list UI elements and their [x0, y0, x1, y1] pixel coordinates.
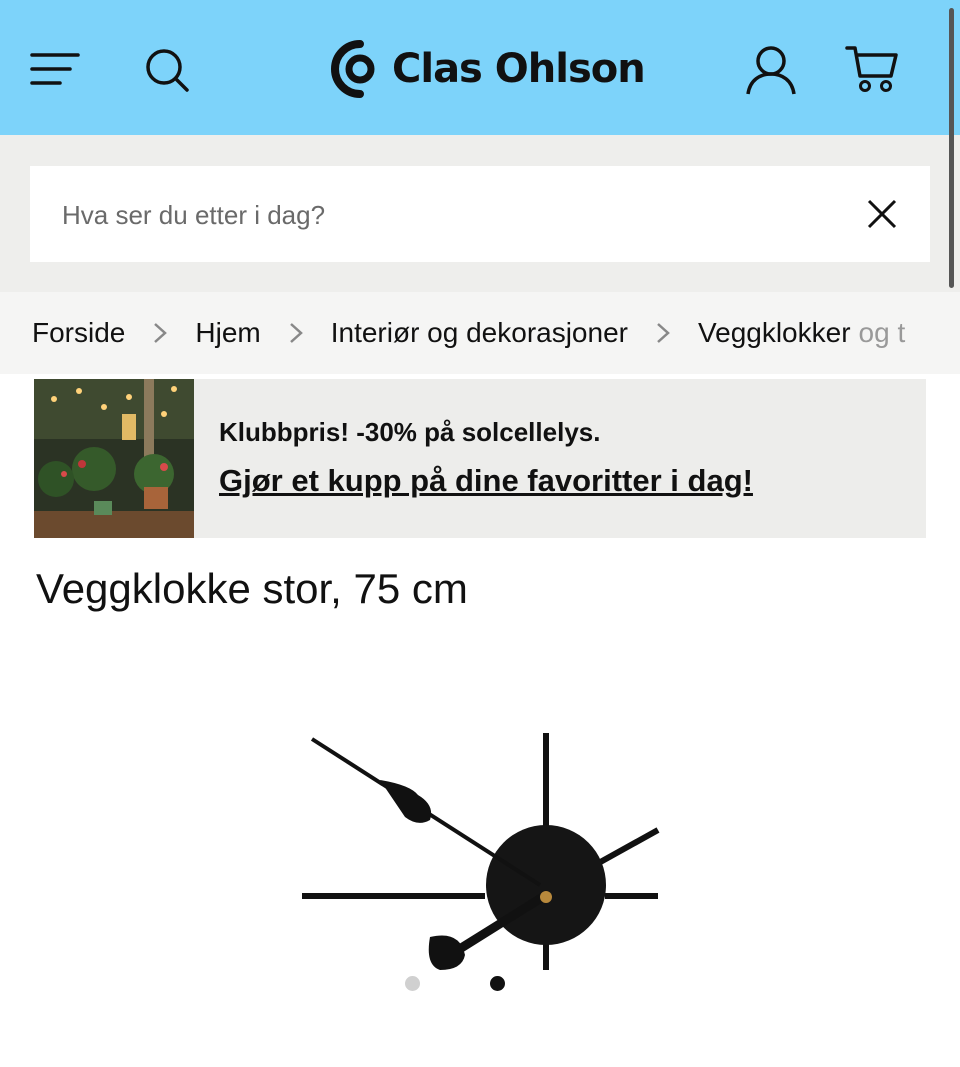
brand-logo[interactable]: Clas Ohlson — [330, 38, 646, 100]
promo-title: Klubbpris! -30% på solcellelys. — [219, 417, 601, 447]
breadcrumb: Forside Hjem Interiør og dekorasjoner Ve… — [0, 292, 960, 374]
search-icon[interactable] — [144, 47, 190, 93]
search-box — [30, 166, 930, 264]
breadcrumb-item-forside[interactable]: Forside — [32, 317, 125, 349]
product-image[interactable] — [300, 725, 665, 975]
close-icon[interactable] — [866, 198, 898, 230]
promo-banner[interactable]: Klubbpris! -30% på solcellelys. Gjør et … — [34, 379, 926, 538]
brand-logo-icon — [331, 40, 375, 98]
carousel-dot-active[interactable] — [490, 976, 505, 991]
product-title: Veggklokke stor, 75 cm — [36, 565, 468, 612]
carousel-dot[interactable] — [405, 976, 420, 991]
menu-icon[interactable] — [30, 52, 80, 88]
carousel-dots — [405, 976, 505, 992]
search-band — [0, 135, 960, 292]
chevron-right-icon — [154, 323, 168, 343]
scrollbar[interactable] — [949, 8, 954, 288]
promo-link[interactable]: Gjør et kupp på dine favoritter i dag! — [219, 463, 753, 499]
account-icon[interactable] — [745, 44, 797, 96]
breadcrumb-item-veggklokker[interactable]: Veggklokker — [698, 317, 851, 349]
breadcrumb-overflow-text: og t — [858, 317, 906, 348]
brand-name: Clas Ohlson — [392, 46, 646, 92]
cart-icon[interactable] — [845, 44, 901, 94]
breadcrumb-item-interior[interactable]: Interiør og dekorasjoner — [331, 317, 628, 349]
chevron-right-icon — [657, 323, 670, 343]
search-input[interactable] — [60, 166, 844, 264]
top-header: Clas Ohlson — [0, 0, 960, 135]
breadcrumb-item-hjem[interactable]: Hjem — [195, 317, 260, 349]
chevron-right-icon — [289, 323, 303, 343]
promo-image — [34, 379, 194, 538]
